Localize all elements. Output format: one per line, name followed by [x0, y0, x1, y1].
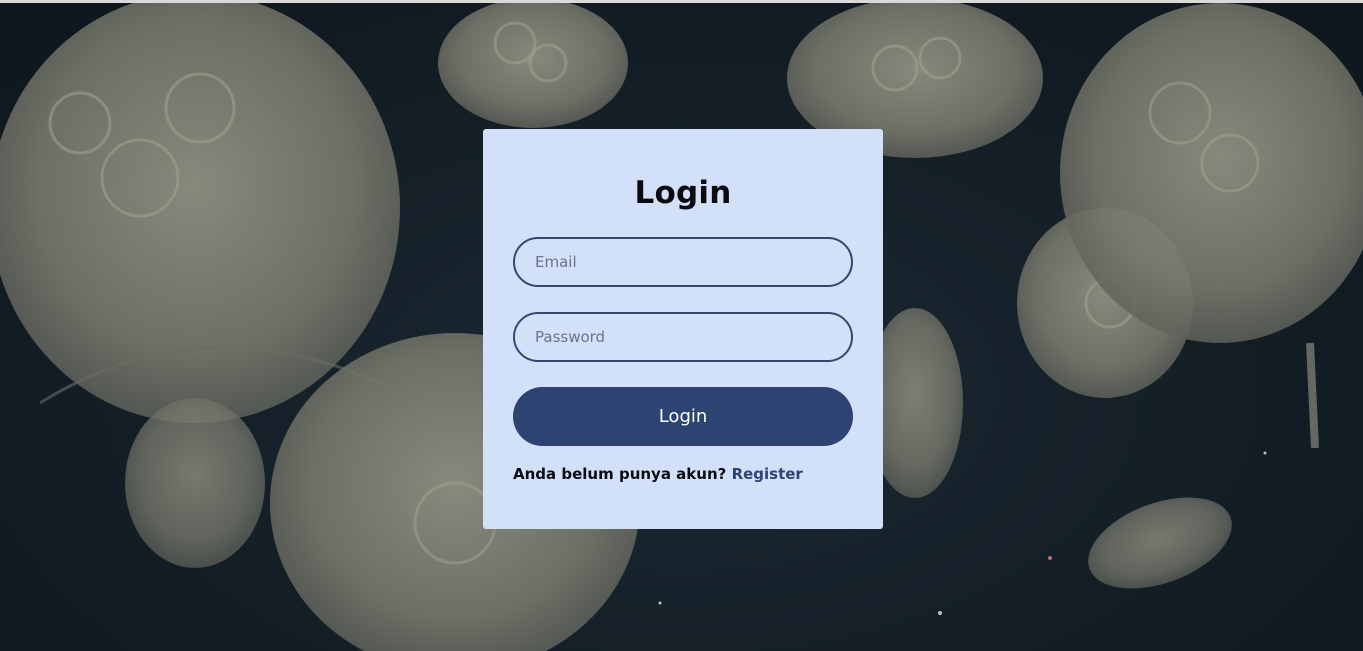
- login-page: Login Login Anda belum punya akun? Regis…: [0, 0, 1363, 651]
- password-input[interactable]: [513, 312, 853, 362]
- register-prompt-text: Anda belum punya akun?: [513, 465, 727, 483]
- login-card: Login Login Anda belum punya akun? Regis…: [483, 129, 883, 529]
- login-title: Login: [634, 175, 732, 211]
- register-link[interactable]: Register: [732, 465, 803, 483]
- email-input[interactable]: [513, 237, 853, 287]
- login-button[interactable]: Login: [513, 387, 853, 446]
- register-prompt-line: Anda belum punya akun? Register: [513, 465, 853, 483]
